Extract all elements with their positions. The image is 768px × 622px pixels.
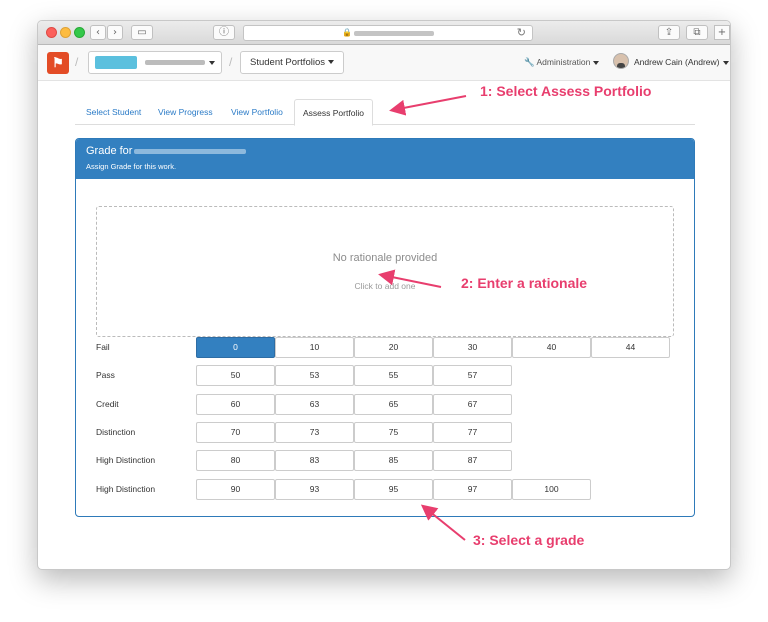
student-name-blurred <box>134 149 246 154</box>
tab-assess-portfolio[interactable]: Assess Portfolio <box>294 99 373 126</box>
grade-button-75[interactable]: 75 <box>354 421 433 443</box>
chevron-down-icon <box>722 60 729 65</box>
tab-view-portfolio[interactable]: View Portfolio <box>223 99 291 125</box>
new-tab-button[interactable]: + <box>714 25 730 40</box>
avatar[interactable] <box>613 53 629 69</box>
grade-button-10[interactable]: 10 <box>275 337 354 358</box>
tab-view-progress[interactable]: View Progress <box>150 99 221 125</box>
privacy-icon: ⓘ <box>219 27 229 38</box>
panel-title: Grade for <box>86 145 133 157</box>
share-button[interactable]: ⇪ <box>658 25 680 40</box>
student-portfolios-label: Student Portfolios <box>250 57 325 68</box>
grade-button-93[interactable]: 93 <box>275 478 354 500</box>
tabs-icon: ⧉ <box>693 27 701 38</box>
rationale-placeholder: No rationale provided <box>332 252 438 264</box>
reload-icon[interactable]: ↻ <box>517 26 526 39</box>
logo-icon: ⚑ <box>52 55 64 70</box>
grade-button-73[interactable]: 73 <box>275 421 354 443</box>
breadcrumb-separator: / <box>229 55 233 69</box>
forward-icon: › <box>113 27 117 38</box>
student-portfolios-dropdown[interactable]: Student Portfolios <box>240 51 344 74</box>
grade-button-50[interactable]: 50 <box>196 365 275 387</box>
grade-button-85[interactable]: 85 <box>354 450 433 472</box>
grade-row-label: Fail <box>96 342 110 352</box>
grade-row-label: High Distinction <box>96 455 156 466</box>
grade-button-55[interactable]: 55 <box>354 365 433 387</box>
breadcrumb-separator: / <box>75 55 79 69</box>
zoom-window-button[interactable] <box>74 27 85 38</box>
chevron-down-icon <box>209 61 215 65</box>
sidebar-icon: ▭ <box>137 27 147 38</box>
annotation-step-2: 2: Enter a rationale <box>461 275 588 291</box>
administration-label: Administration <box>536 57 591 67</box>
chevron-down-icon <box>593 60 600 65</box>
back-icon: ‹ <box>96 27 100 38</box>
grade-row-label: Pass <box>96 370 115 381</box>
grade-button-83[interactable]: 83 <box>275 450 354 472</box>
annotation-step-1: 1: Select Assess Portfolio <box>480 83 652 99</box>
grade-row-label: Credit <box>96 398 119 409</box>
plus-icon: + <box>717 27 727 38</box>
grade-button-30[interactable]: 30 <box>433 337 512 358</box>
close-window-button[interactable] <box>46 27 57 38</box>
forward-button[interactable]: › <box>107 25 123 40</box>
portfolio-tabs: Select Student View Progress View Portfo… <box>75 99 695 126</box>
grade-button-40[interactable]: 40 <box>512 337 591 358</box>
address-bar[interactable]: 🔒 ↻ <box>243 25 533 41</box>
app-navbar: ⚑ / / Student Portfolios 🔧 Administratio… <box>38 45 730 81</box>
annotation-step-3: 3: Select a grade <box>473 532 585 548</box>
grade-button-60[interactable]: 60 <box>196 393 275 415</box>
grade-button-0[interactable]: 0 <box>196 337 275 358</box>
sidebar-button[interactable]: ▭ <box>131 25 153 40</box>
grade-button-63[interactable]: 63 <box>275 393 354 415</box>
show-tabs-button[interactable]: ⧉ <box>686 25 708 40</box>
grade-button-67[interactable]: 67 <box>433 393 512 415</box>
app-logo[interactable]: ⚑ <box>47 52 69 74</box>
administration-menu[interactable]: 🔧 Administration <box>524 57 600 68</box>
wrench-icon: 🔧 <box>524 57 535 67</box>
browser-window: ‹ › ▭ ⓘ 🔒 ↻ ⇪ ⧉ + ⚑ / / Student Portfoli… <box>37 20 731 570</box>
back-button[interactable]: ‹ <box>90 25 106 40</box>
browser-toolbar: ‹ › ▭ ⓘ 🔒 ↻ ⇪ ⧉ + <box>38 21 730 45</box>
rationale-editor[interactable]: No rationale provided Click to add one <box>96 206 674 337</box>
grade-button-80[interactable]: 80 <box>196 450 275 472</box>
share-icon: ⇪ <box>664 27 674 38</box>
grade-button-65[interactable]: 65 <box>354 393 433 415</box>
grade-row-label: High Distinction <box>96 483 156 494</box>
grade-button-95[interactable]: 95 <box>354 478 433 500</box>
panel-heading: Grade for Assign Grade for this work. <box>76 139 694 179</box>
project-dropdown[interactable] <box>88 51 222 74</box>
grade-button-97[interactable]: 97 <box>433 478 512 500</box>
grade-row-label: Distinction <box>96 426 136 437</box>
grade-button-77[interactable]: 77 <box>433 421 512 443</box>
chevron-down-icon <box>328 60 334 65</box>
panel-subtitle: Assign Grade for this work. <box>86 162 177 171</box>
grade-button-90[interactable]: 90 <box>196 478 275 500</box>
user-menu[interactable]: Andrew Cain (Andrew) <box>634 57 729 67</box>
minimize-window-button[interactable] <box>60 27 71 38</box>
project-name-blurred <box>145 60 205 65</box>
grade-button-100[interactable]: 100 <box>512 478 591 500</box>
url-text-blurred <box>354 31 434 36</box>
user-name: Andrew Cain (Andrew) <box>634 57 720 67</box>
grade-button-53[interactable]: 53 <box>275 365 354 387</box>
tab-select-student[interactable]: Select Student <box>78 99 149 125</box>
grade-button-20[interactable]: 20 <box>354 337 433 358</box>
lock-icon: 🔒 <box>342 28 352 37</box>
grade-button-87[interactable]: 87 <box>433 450 512 472</box>
grade-button-57[interactable]: 57 <box>433 365 512 387</box>
privacy-report-button[interactable]: ⓘ <box>213 25 235 40</box>
grade-button-70[interactable]: 70 <box>196 421 275 443</box>
grade-panel: Grade for Assign Grade for this work. No… <box>75 138 695 517</box>
grade-button-44[interactable]: 44 <box>591 337 670 358</box>
unit-code-badge <box>95 56 137 69</box>
